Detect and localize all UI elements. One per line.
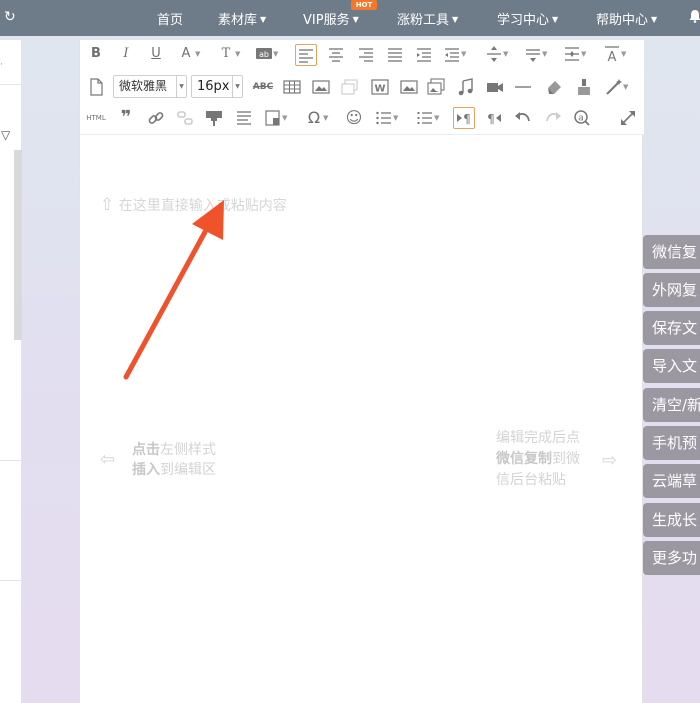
mobile-preview-button[interactable]: 手机预 xyxy=(643,426,700,460)
annotation-arrow xyxy=(123,200,224,380)
cloud-draft-button[interactable]: 云端草 xyxy=(643,464,700,498)
more-functions-button[interactable]: 更多功 xyxy=(643,541,700,575)
wechat-copy-button[interactable]: 微信复 xyxy=(643,235,700,269)
external-copy-button[interactable]: 外网复 xyxy=(643,273,700,307)
import-article-button[interactable]: 导入文 xyxy=(643,349,700,383)
generate-long-image-button[interactable]: 生成长 xyxy=(643,503,700,537)
save-article-button[interactable]: 保存文 xyxy=(643,311,700,345)
clear-new-button[interactable]: 清空/新 xyxy=(643,388,700,422)
